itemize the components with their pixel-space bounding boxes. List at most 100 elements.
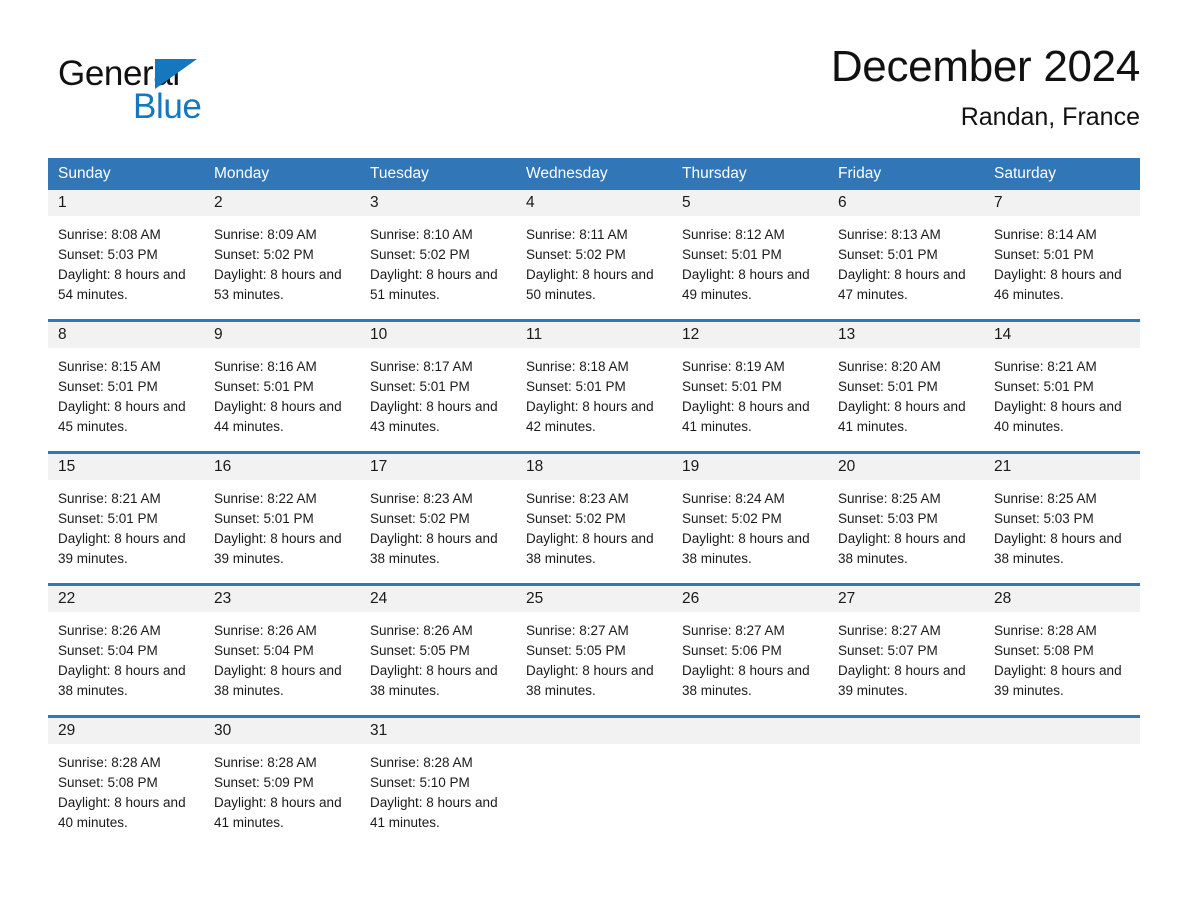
day-number-band: 19	[672, 454, 828, 480]
day-cell-empty	[984, 718, 1140, 847]
sunset-text: Sunset: 5:01 PM	[682, 379, 782, 394]
day-cell[interactable]: 19 Sunrise: 8:24 AM Sunset: 5:02 PM Dayl…	[672, 454, 828, 583]
sunrise-text: Sunrise: 8:08 AM	[58, 227, 161, 242]
day-number: 18	[526, 458, 544, 475]
day-cell[interactable]: 2 Sunrise: 8:09 AM Sunset: 5:02 PM Dayli…	[204, 190, 360, 319]
day-cell[interactable]: 5 Sunrise: 8:12 AM Sunset: 5:01 PM Dayli…	[672, 190, 828, 319]
day-cell[interactable]: 1 Sunrise: 8:08 AM Sunset: 5:03 PM Dayli…	[48, 190, 204, 319]
day-number-band: 6	[828, 190, 984, 216]
day-cell[interactable]: 20 Sunrise: 8:25 AM Sunset: 5:03 PM Dayl…	[828, 454, 984, 583]
day-cell[interactable]: 16 Sunrise: 8:22 AM Sunset: 5:01 PM Dayl…	[204, 454, 360, 583]
day-cell-empty	[516, 718, 672, 847]
day-info: Sunrise: 8:14 AM Sunset: 5:01 PM Dayligh…	[984, 216, 1140, 319]
day-number: 22	[58, 590, 76, 607]
sunrise-text: Sunrise: 8:26 AM	[370, 623, 473, 638]
day-number-band: 24	[360, 586, 516, 612]
sunset-text: Sunset: 5:04 PM	[214, 643, 314, 658]
day-number-band: 11	[516, 322, 672, 348]
daylight-text: Daylight: 8 hours and 38 minutes.	[58, 663, 186, 698]
day-number-band: 16	[204, 454, 360, 480]
sunset-text: Sunset: 5:02 PM	[526, 511, 626, 526]
daylight-text: Daylight: 8 hours and 41 minutes.	[214, 795, 342, 830]
day-cell[interactable]: 18 Sunrise: 8:23 AM Sunset: 5:02 PM Dayl…	[516, 454, 672, 583]
daylight-text: Daylight: 8 hours and 53 minutes.	[214, 267, 342, 302]
day-info	[516, 744, 672, 847]
day-cell[interactable]: 8 Sunrise: 8:15 AM Sunset: 5:01 PM Dayli…	[48, 322, 204, 451]
week-row: 8 Sunrise: 8:15 AM Sunset: 5:01 PM Dayli…	[48, 322, 1140, 451]
daylight-text: Daylight: 8 hours and 38 minutes.	[370, 663, 498, 698]
daylight-text: Daylight: 8 hours and 40 minutes.	[58, 795, 186, 830]
day-number: 27	[838, 590, 856, 607]
day-cell[interactable]: 21 Sunrise: 8:25 AM Sunset: 5:03 PM Dayl…	[984, 454, 1140, 583]
calendar-week: 15 Sunrise: 8:21 AM Sunset: 5:01 PM Dayl…	[48, 451, 1140, 583]
day-number: 9	[214, 326, 223, 343]
day-info: Sunrise: 8:08 AM Sunset: 5:03 PM Dayligh…	[48, 216, 204, 319]
page-title: December 2024	[830, 42, 1140, 91]
day-info: Sunrise: 8:28 AM Sunset: 5:09 PM Dayligh…	[204, 744, 360, 847]
daylight-text: Daylight: 8 hours and 54 minutes.	[58, 267, 186, 302]
daylight-text: Daylight: 8 hours and 44 minutes.	[214, 399, 342, 434]
day-number-band: 12	[672, 322, 828, 348]
day-number-band: 15	[48, 454, 204, 480]
day-cell[interactable]: 28 Sunrise: 8:28 AM Sunset: 5:08 PM Dayl…	[984, 586, 1140, 715]
sunset-text: Sunset: 5:05 PM	[370, 643, 470, 658]
sunrise-text: Sunrise: 8:19 AM	[682, 359, 785, 374]
day-info: Sunrise: 8:26 AM Sunset: 5:05 PM Dayligh…	[360, 612, 516, 715]
day-cell[interactable]: 27 Sunrise: 8:27 AM Sunset: 5:07 PM Dayl…	[828, 586, 984, 715]
day-number: 30	[214, 722, 232, 739]
day-number-band: 7	[984, 190, 1140, 216]
dow-wednesday: Wednesday	[526, 165, 608, 182]
dow-saturday: Saturday	[994, 165, 1057, 182]
sunrise-text: Sunrise: 8:12 AM	[682, 227, 785, 242]
day-cell[interactable]: 26 Sunrise: 8:27 AM Sunset: 5:06 PM Dayl…	[672, 586, 828, 715]
sunset-text: Sunset: 5:08 PM	[994, 643, 1094, 658]
dow-friday: Friday	[838, 165, 882, 182]
day-info: Sunrise: 8:28 AM Sunset: 5:08 PM Dayligh…	[48, 744, 204, 847]
day-number: 4	[526, 194, 535, 211]
day-cell[interactable]: 24 Sunrise: 8:26 AM Sunset: 5:05 PM Dayl…	[360, 586, 516, 715]
day-cell[interactable]: 29 Sunrise: 8:28 AM Sunset: 5:08 PM Dayl…	[48, 718, 204, 847]
day-cell[interactable]: 30 Sunrise: 8:28 AM Sunset: 5:09 PM Dayl…	[204, 718, 360, 847]
day-cell[interactable]: 10 Sunrise: 8:17 AM Sunset: 5:01 PM Dayl…	[360, 322, 516, 451]
day-cell[interactable]: 13 Sunrise: 8:20 AM Sunset: 5:01 PM Dayl…	[828, 322, 984, 451]
day-info: Sunrise: 8:12 AM Sunset: 5:01 PM Dayligh…	[672, 216, 828, 319]
day-cell[interactable]: 23 Sunrise: 8:26 AM Sunset: 5:04 PM Dayl…	[204, 586, 360, 715]
day-cell[interactable]: 17 Sunrise: 8:23 AM Sunset: 5:02 PM Dayl…	[360, 454, 516, 583]
day-number-band	[828, 718, 984, 744]
day-number: 21	[994, 458, 1012, 475]
day-number: 5	[682, 194, 691, 211]
day-cell[interactable]: 15 Sunrise: 8:21 AM Sunset: 5:01 PM Dayl…	[48, 454, 204, 583]
day-cell[interactable]: 11 Sunrise: 8:18 AM Sunset: 5:01 PM Dayl…	[516, 322, 672, 451]
sunset-text: Sunset: 5:05 PM	[526, 643, 626, 658]
daylight-text: Daylight: 8 hours and 46 minutes.	[994, 267, 1122, 302]
daylight-text: Daylight: 8 hours and 38 minutes.	[838, 531, 966, 566]
day-cell[interactable]: 4 Sunrise: 8:11 AM Sunset: 5:02 PM Dayli…	[516, 190, 672, 319]
sunrise-text: Sunrise: 8:20 AM	[838, 359, 941, 374]
day-cell[interactable]: 3 Sunrise: 8:10 AM Sunset: 5:02 PM Dayli…	[360, 190, 516, 319]
daylight-text: Daylight: 8 hours and 38 minutes.	[526, 663, 654, 698]
day-cell[interactable]: 14 Sunrise: 8:21 AM Sunset: 5:01 PM Dayl…	[984, 322, 1140, 451]
week-row: 29 Sunrise: 8:28 AM Sunset: 5:08 PM Dayl…	[48, 718, 1140, 847]
day-cell[interactable]: 31 Sunrise: 8:28 AM Sunset: 5:10 PM Dayl…	[360, 718, 516, 847]
day-cell[interactable]: 9 Sunrise: 8:16 AM Sunset: 5:01 PM Dayli…	[204, 322, 360, 451]
calendar-week: 8 Sunrise: 8:15 AM Sunset: 5:01 PM Dayli…	[48, 319, 1140, 451]
sunset-text: Sunset: 5:02 PM	[682, 511, 782, 526]
day-number: 6	[838, 194, 847, 211]
day-number: 13	[838, 326, 856, 343]
day-cell[interactable]: 7 Sunrise: 8:14 AM Sunset: 5:01 PM Dayli…	[984, 190, 1140, 319]
day-cell[interactable]: 6 Sunrise: 8:13 AM Sunset: 5:01 PM Dayli…	[828, 190, 984, 319]
sunrise-text: Sunrise: 8:28 AM	[994, 623, 1097, 638]
daylight-text: Daylight: 8 hours and 38 minutes.	[994, 531, 1122, 566]
day-cell[interactable]: 12 Sunrise: 8:19 AM Sunset: 5:01 PM Dayl…	[672, 322, 828, 451]
daylight-text: Daylight: 8 hours and 38 minutes.	[370, 531, 498, 566]
day-number-band: 17	[360, 454, 516, 480]
location-subtitle: Randan, France	[960, 103, 1140, 131]
day-cell[interactable]: 22 Sunrise: 8:26 AM Sunset: 5:04 PM Dayl…	[48, 586, 204, 715]
day-cell-empty	[828, 718, 984, 847]
daylight-text: Daylight: 8 hours and 38 minutes.	[526, 531, 654, 566]
day-number: 24	[370, 590, 388, 607]
day-cell[interactable]: 25 Sunrise: 8:27 AM Sunset: 5:05 PM Dayl…	[516, 586, 672, 715]
day-number: 1	[58, 194, 67, 211]
general-blue-logo: General Blue	[58, 54, 288, 130]
dow-monday: Monday	[214, 165, 270, 182]
